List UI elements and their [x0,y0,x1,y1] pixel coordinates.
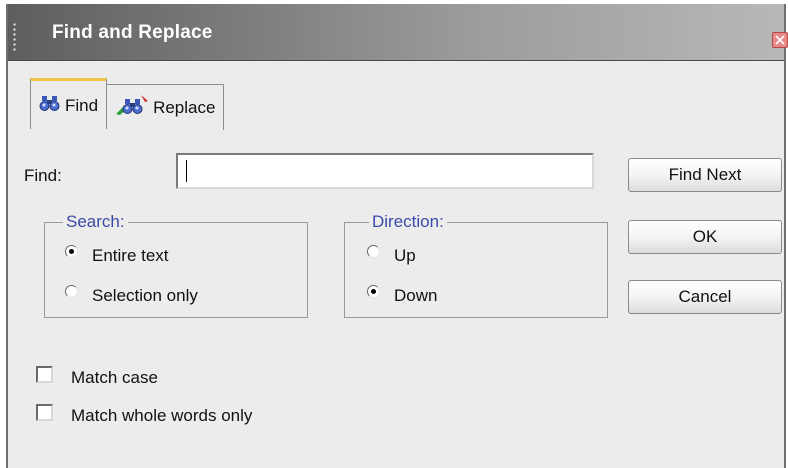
find-replace-dialog: Find and Replace Find Replace Find: Find… [6,4,788,468]
radio-button[interactable] [367,244,380,258]
radio-selection-only[interactable]: Selection only [65,284,198,306]
window-title: Find and Replace [52,22,213,43]
radio-up-label: Up [394,246,416,265]
radio-button-checked[interactable] [367,284,380,298]
binoculars-icon [39,94,61,117]
radio-entire-text-label: Entire text [92,246,169,265]
text-caret [186,160,187,182]
tab-strip: Find Replace [30,78,225,130]
radio-up[interactable]: Up [367,244,416,266]
tab-find[interactable]: Find [30,78,108,130]
search-group: Search: Entire text Selection only [44,212,308,318]
radio-button[interactable] [65,284,78,298]
radio-selection-only-label: Selection only [92,286,198,305]
find-label: Find: [24,166,62,185]
match-whole-words-label: Match whole words only [71,406,253,425]
direction-legend: Direction: [369,212,447,232]
search-legend: Search: [63,212,128,232]
radio-entire-text[interactable]: Entire text [65,244,169,266]
tab-replace[interactable]: Replace [106,84,225,130]
binoculars-replace-icon [115,94,149,121]
radio-down[interactable]: Down [367,284,438,306]
cancel-button[interactable]: Cancel [628,280,782,314]
match-whole-words-checkbox[interactable] [36,403,53,421]
match-whole-words-option[interactable]: Match whole words only [36,403,253,426]
match-case-option[interactable]: Match case [36,365,158,388]
match-case-label: Match case [71,368,158,387]
direction-group: Direction: Up Down [344,212,608,318]
find-next-button[interactable]: Find Next [628,158,782,192]
close-button[interactable] [772,32,788,48]
title-bar[interactable]: Find and Replace [8,4,788,61]
match-case-checkbox[interactable] [36,365,53,383]
drag-grip-icon[interactable] [13,22,16,52]
tab-find-label: Find [65,95,99,115]
find-input[interactable] [176,153,594,189]
tab-replace-label: Replace [153,97,216,117]
close-icon [775,35,785,45]
radio-button-checked[interactable] [65,244,78,258]
radio-down-label: Down [394,286,438,305]
ok-button[interactable]: OK [628,220,782,254]
